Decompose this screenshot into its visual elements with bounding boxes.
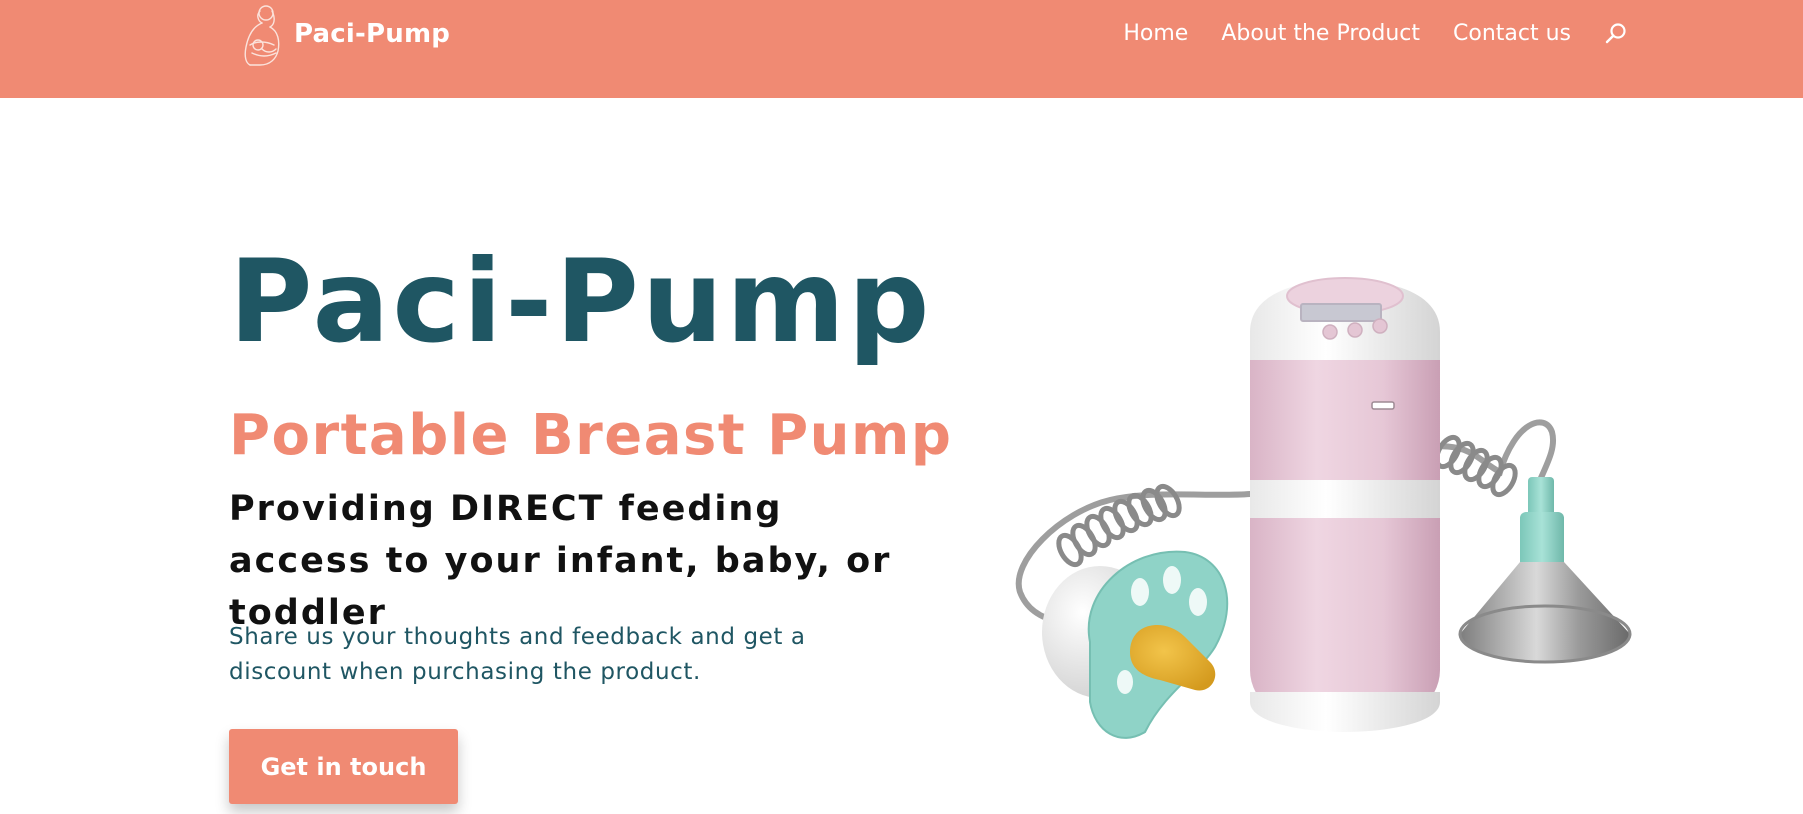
hero-description: Share us your thoughts and feedback and … bbox=[229, 624, 806, 685]
nav-about-product[interactable]: About the Product bbox=[1221, 18, 1420, 50]
hero-tagline: Providing DIRECT feeding access to your … bbox=[229, 489, 892, 633]
product-image bbox=[1000, 262, 1640, 742]
main-nav: Home About the Product Contact us bbox=[1123, 18, 1629, 50]
brand-logo-link[interactable]: Paci-Pump bbox=[236, 0, 450, 68]
search-icon bbox=[1605, 23, 1626, 44]
site-header: Paci-Pump Home About the Product Contact… bbox=[0, 0, 1803, 98]
hero-subtitle: Portable Breast Pump bbox=[229, 403, 953, 468]
search-button[interactable] bbox=[1603, 21, 1629, 47]
get-in-touch-button[interactable]: Get in touch bbox=[229, 729, 458, 804]
brand-name: Paci-Pump bbox=[294, 19, 451, 49]
hero-title: Paci-Pump bbox=[229, 235, 933, 368]
nav-home[interactable]: Home bbox=[1123, 18, 1188, 50]
breast-pump-illustration-icon bbox=[1015, 277, 1632, 739]
mother-baby-logo-icon bbox=[244, 5, 280, 66]
nav-contact-us[interactable]: Contact us bbox=[1453, 18, 1571, 50]
